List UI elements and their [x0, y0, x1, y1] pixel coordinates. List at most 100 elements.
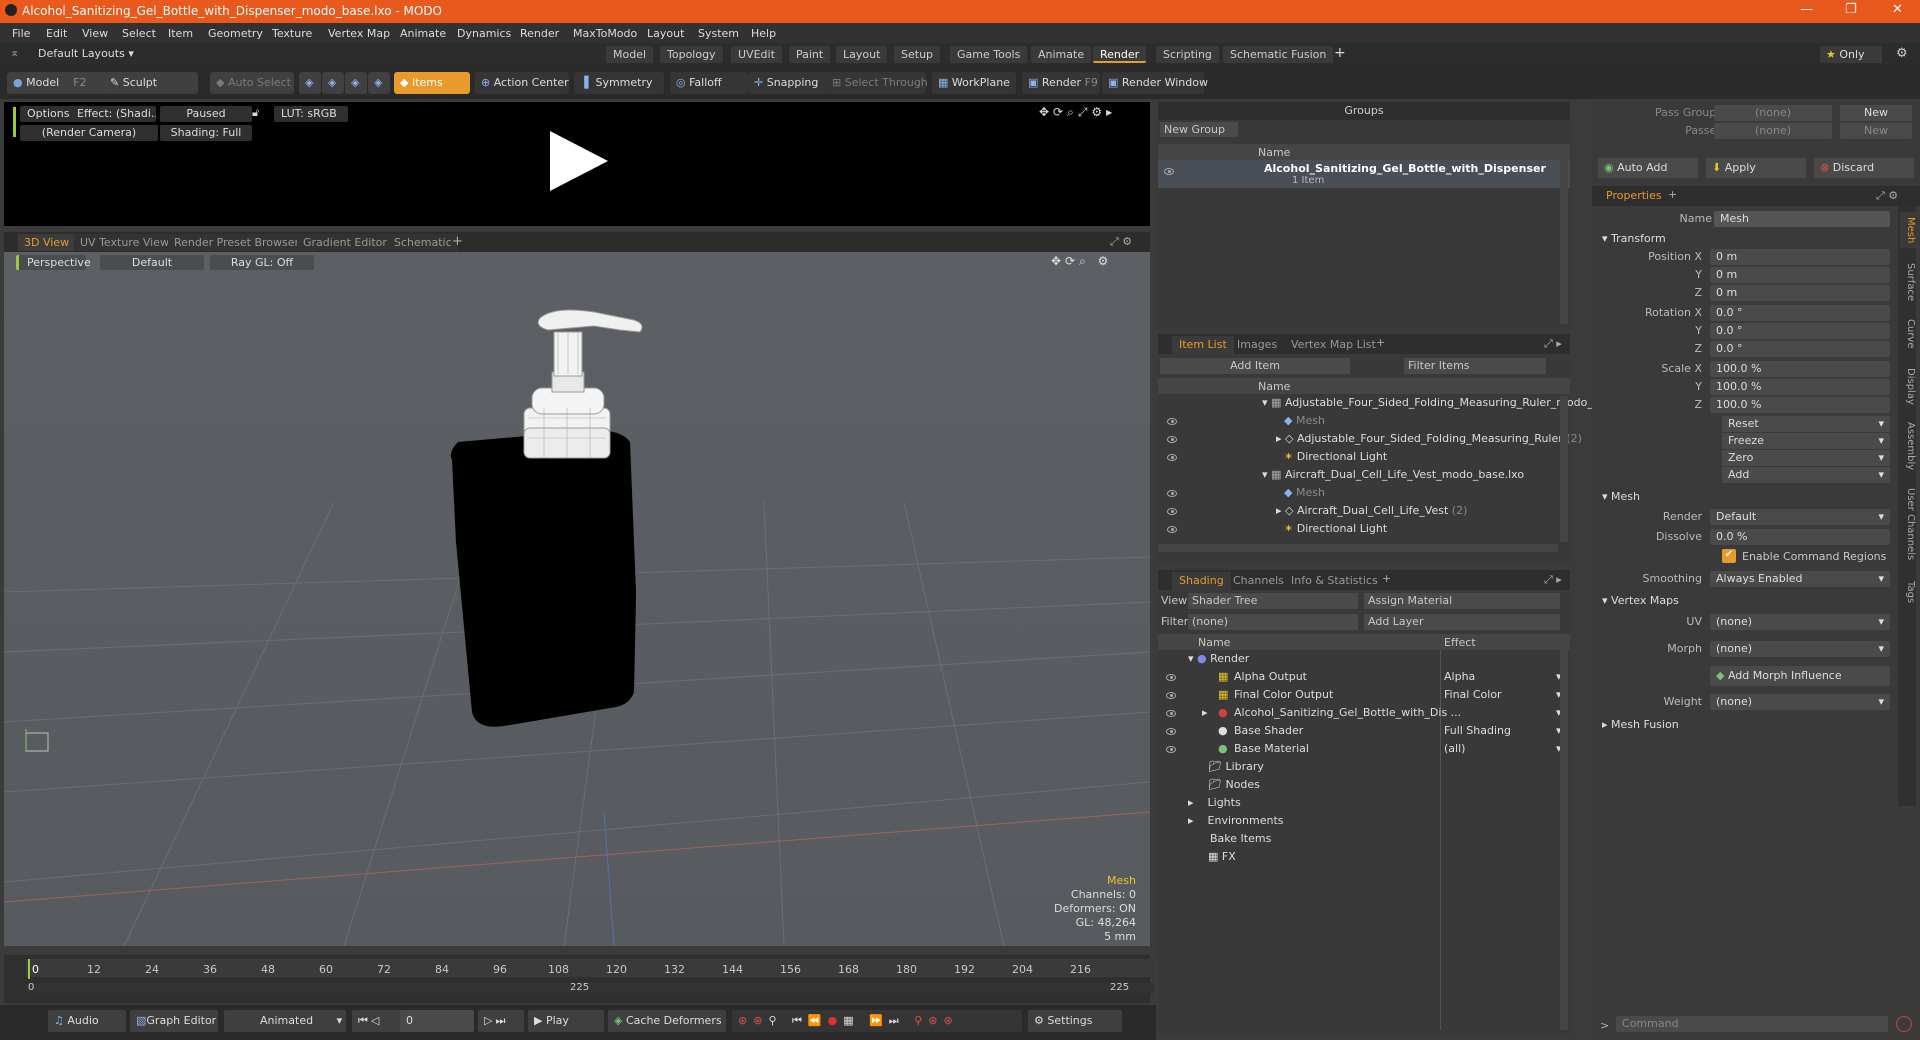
transform-section[interactable]: ▾ Transform: [1602, 232, 1666, 245]
symmetry-button[interactable]: ▐ Symmetry: [574, 72, 664, 94]
preview-camera-dropdown[interactable]: (Render Camera): [20, 125, 158, 141]
panel-expand-icon[interactable]: ⤢ ▸: [1544, 573, 1562, 587]
render-button[interactable]: ▣ Render F9: [1022, 72, 1100, 94]
tab-schematic[interactable]: Schematic: [388, 234, 458, 251]
items-mode-button[interactable]: ◆ Items: [394, 72, 470, 94]
visibility-eye-icon[interactable]: [1166, 674, 1176, 681]
frame-forward-buttons[interactable]: ▷⏭: [478, 1010, 524, 1032]
menu-item[interactable]: Item: [168, 27, 193, 40]
audio-button[interactable]: ♫ Audio: [48, 1010, 126, 1032]
menu-render[interactable]: Render: [520, 27, 559, 40]
position-y-field[interactable]: 0 m: [1710, 267, 1890, 283]
side-tab-user-channels[interactable]: User Channels: [1900, 482, 1916, 566]
viewport-expand-icon[interactable]: ⤢ ⚙: [1110, 235, 1132, 249]
rotation-x-field[interactable]: 0.0 °: [1710, 305, 1890, 321]
name-input[interactable]: Mesh: [1714, 211, 1890, 227]
rotation-z-field[interactable]: 0.0 °: [1710, 341, 1890, 357]
menu-view[interactable]: View: [82, 27, 108, 40]
snapping-button[interactable]: ✛ Snapping: [748, 72, 832, 94]
menu-dynamics[interactable]: Dynamics: [457, 27, 511, 40]
action-center-button[interactable]: ⊕ Action Center: [475, 72, 569, 94]
tab-schematic-fusion[interactable]: Schematic Fusion: [1223, 46, 1334, 63]
menu-texture[interactable]: Texture: [272, 27, 312, 40]
tab-layout[interactable]: Layout: [836, 46, 888, 63]
pass-groups-new-button[interactable]: New: [1840, 105, 1912, 121]
close-icon[interactable]: ✕: [1892, 2, 1903, 17]
key-tools[interactable]: ⊛⊛⚲ ⏮⏪●▦ ⏩⏭ ⚲⊛⊛: [732, 1010, 1022, 1032]
settings-button[interactable]: ⚙ Settings: [1028, 1010, 1122, 1032]
visibility-eye-icon[interactable]: [1167, 418, 1177, 425]
position-z-field[interactable]: 0 m: [1710, 285, 1890, 301]
polygons-mode-icon[interactable]: ◈: [345, 72, 367, 94]
position-x-field[interactable]: 0 m: [1710, 249, 1890, 265]
only-toggle[interactable]: ★ Only: [1820, 46, 1882, 63]
layout-menu-icon[interactable]: ⌅: [10, 46, 19, 59]
scale-z-field[interactable]: 100.0 %: [1710, 397, 1890, 413]
shader-row-library[interactable]: 📁︎ Library: [1208, 760, 1264, 778]
menu-animate[interactable]: Animate: [400, 27, 446, 40]
add-tab-icon[interactable]: +: [1668, 188, 1677, 201]
menu-select[interactable]: Select: [122, 27, 156, 40]
discard-button[interactable]: ⊗ Discard: [1814, 158, 1914, 178]
visibility-eye-icon[interactable]: [1167, 526, 1177, 533]
tab-3d-view[interactable]: 3D View: [18, 234, 76, 251]
model-mode-button[interactable]: ● Model F2: [7, 72, 107, 94]
shader-row-alpha-output[interactable]: ▦ Alpha Output Alpha ▾: [1158, 670, 1568, 688]
shader-row-nodes[interactable]: 📁︎ Nodes: [1208, 778, 1260, 796]
add-layer-dropdown[interactable]: Add Layer: [1364, 614, 1560, 630]
lock-icon[interactable]: 🔓︎: [252, 106, 259, 120]
group-row[interactable]: Alcohol_Sanitizing_Gel_Bottle_with_Dispe…: [1158, 160, 1570, 188]
preview-shading-dropdown[interactable]: Shading: Full: [160, 125, 252, 141]
shader-row-render[interactable]: ▾ ● Render: [1188, 652, 1438, 670]
playhead[interactable]: [28, 959, 30, 979]
list-item[interactable]: ▾ ▦ Adjustable_Four_Sided_Folding_Measur…: [1262, 396, 1610, 414]
dissolve-field[interactable]: 0.0 %: [1710, 529, 1890, 545]
vertices-mode-icon[interactable]: ◈: [299, 72, 321, 94]
menu-system[interactable]: System: [698, 27, 739, 40]
tab-render[interactable]: Render: [1093, 46, 1147, 63]
menu-vertex-map[interactable]: Vertex Map: [328, 27, 390, 40]
bottle-model[interactable]: [444, 302, 744, 752]
tab-paint[interactable]: Paint: [789, 46, 831, 63]
shader-row-final-color[interactable]: ▦ Final Color Output Final Color ▾: [1158, 688, 1568, 706]
pass-groups-dropdown[interactable]: (none): [1714, 105, 1832, 121]
falloff-button[interactable]: ◎ Falloff: [670, 72, 748, 94]
auto-select-button[interactable]: ◆ Auto Select: [210, 72, 294, 94]
render-dropdown[interactable]: Default ▾: [1710, 509, 1890, 525]
enable-command-regions-checkbox[interactable]: ✔: [1722, 549, 1736, 563]
add-item-dropdown[interactable]: Add Item: [1160, 358, 1350, 374]
list-item[interactable]: ▾ ▦ Aircraft_Dual_Cell_Life_Vest_modo_ba…: [1262, 468, 1524, 486]
preview-nav-icons[interactable]: ✥⟳⌕⤢⚙▸: [1039, 105, 1116, 120]
list-item[interactable]: ▸ ◇ Adjustable_Four_Sided_Folding_Measur…: [1167, 432, 1582, 450]
side-tab-tags[interactable]: Tags: [1900, 574, 1916, 610]
menu-help[interactable]: Help: [751, 27, 776, 40]
tab-uv-texture-view[interactable]: UV Texture View: [74, 234, 175, 251]
add-viewport-tab-icon[interactable]: +: [452, 234, 463, 249]
freeze-dropdown[interactable]: Freeze ▾: [1722, 433, 1890, 449]
timeline[interactable]: 0 12 24 36 48 60 72 84 96 108 120 132 14…: [4, 955, 1154, 1003]
shader-row-lights[interactable]: ▸ Lights: [1188, 796, 1241, 814]
render-window-button[interactable]: ▣ Render Window: [1102, 72, 1208, 94]
add-tab-icon[interactable]: +: [1334, 45, 1346, 61]
shader-row-bake-items[interactable]: Bake Items: [1210, 832, 1271, 850]
raygl-dropdown[interactable]: Ray GL: Off: [210, 255, 314, 270]
visibility-eye-icon[interactable]: [1166, 692, 1176, 699]
filter-items-input[interactable]: Filter Items: [1404, 358, 1546, 374]
weight-dropdown[interactable]: (none) ▾: [1710, 694, 1890, 710]
list-item[interactable]: ◆ Mesh: [1167, 414, 1325, 432]
tab-item-list[interactable]: Item List: [1172, 336, 1234, 354]
sculpt-mode-button[interactable]: ✎ Sculpt: [104, 72, 198, 94]
scale-y-field[interactable]: 100.0 %: [1710, 379, 1890, 395]
mesh-fusion-section[interactable]: ▸ Mesh Fusion: [1602, 718, 1679, 731]
menu-file[interactable]: File: [12, 27, 30, 40]
tab-properties[interactable]: Properties: [1606, 189, 1662, 202]
animated-dropdown[interactable]: Animated ▾: [224, 1010, 346, 1032]
tab-channels[interactable]: Channels: [1226, 572, 1291, 590]
viewport-nav-icons[interactable]: ✥⟳⌕ ⚙: [1051, 254, 1112, 269]
itemlist-scrollbar[interactable]: [1560, 396, 1568, 542]
shader-row-base-shader[interactable]: ● Base Shader Full Shading ▾: [1158, 724, 1568, 742]
visibility-eye-icon[interactable]: [1166, 710, 1176, 717]
shader-row-material-group[interactable]: ▸ ● Alcohol_Sanitizing_Gel_Bottle_with_Dis…: [1158, 706, 1568, 724]
rotation-y-field[interactable]: 0.0 °: [1710, 323, 1890, 339]
list-item[interactable]: ◆ Mesh: [1167, 486, 1325, 504]
